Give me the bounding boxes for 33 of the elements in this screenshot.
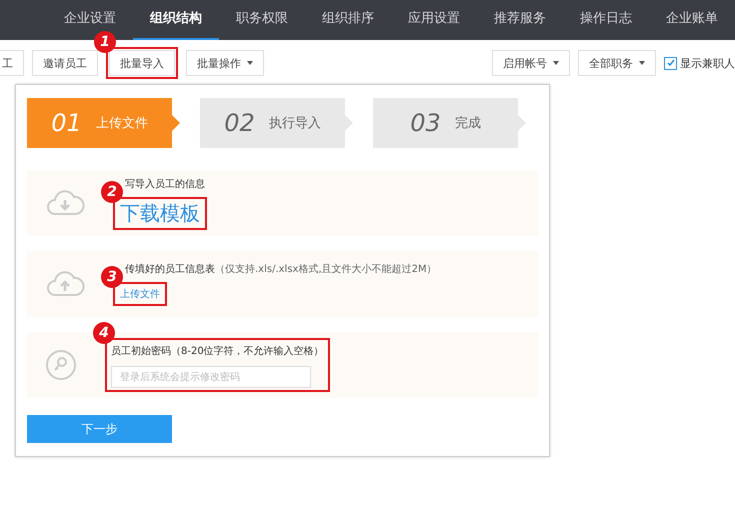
step-label: 上传文件: [96, 115, 148, 132]
toolbar-button[interactable]: 批量导入: [109, 50, 175, 76]
checkmark-icon: [666, 58, 676, 68]
password-field[interactable]: 登录后系统会提示修改密码: [111, 366, 311, 388]
toolbar-button[interactable]: 批量操作: [186, 50, 264, 76]
key-icon: [45, 349, 77, 381]
annotation-badge: 4: [93, 322, 115, 344]
nav-tab[interactable]: 组织排序: [305, 0, 391, 40]
toolbar-button[interactable]: 工: [0, 50, 24, 76]
nav-tab[interactable]: 职务权限: [219, 0, 305, 40]
checkbox[interactable]: [664, 56, 677, 70]
toolbar-button[interactable]: 全部职务: [578, 50, 656, 76]
step-label: 完成: [454, 115, 481, 132]
nav-tab[interactable]: 企业账单: [649, 0, 735, 40]
checkbox-label: 显示兼职人: [680, 56, 735, 70]
instruction-text: 传填好的员工信息表: [125, 262, 215, 276]
nav-tab[interactable]: 应用设置: [391, 0, 477, 40]
nav-tab[interactable]: 推荐服务: [477, 0, 563, 40]
step-number: 01: [51, 109, 82, 137]
nav-tab[interactable]: 操作日志: [563, 0, 649, 40]
nav-tab[interactable]: 组织结构: [133, 0, 219, 40]
instruction-text: 写导入员工的信息: [125, 178, 205, 190]
step-number: 02: [224, 109, 255, 137]
cloud-download-icon: [45, 188, 85, 218]
cloud-upload-icon: [45, 269, 85, 299]
step-label: 执行导入: [268, 115, 321, 132]
password-label: 员工初始密码（8-20位字符，不允许输入空格）: [111, 344, 324, 358]
annotation-badge: 2: [101, 180, 123, 202]
step-number: 03: [410, 109, 441, 137]
toolbar-button[interactable]: 启用帐号: [492, 50, 570, 76]
toolbar-button[interactable]: 邀请员工: [32, 50, 98, 76]
annotation-badge: 3: [101, 266, 123, 288]
format-note: （仅支持.xls/.xlsx格式,且文件大小不能超过2M）: [215, 262, 437, 276]
